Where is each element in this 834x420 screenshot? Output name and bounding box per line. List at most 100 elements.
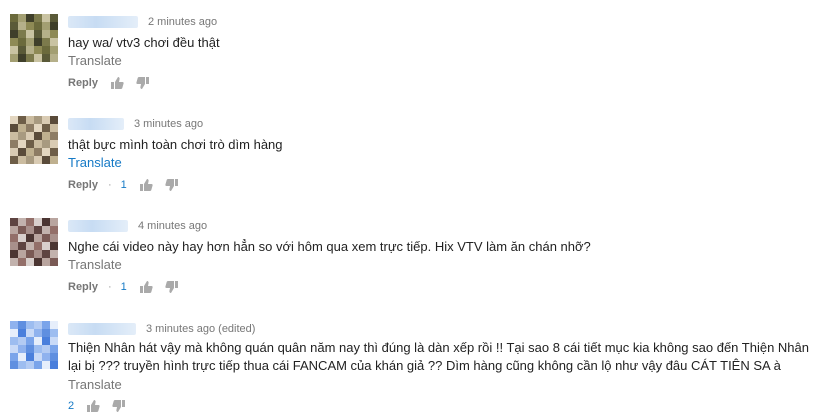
avatar-pixel [26, 54, 34, 62]
avatar-pixel [18, 140, 26, 148]
avatar-pixel [18, 218, 26, 226]
translate-link[interactable]: Translate [68, 376, 122, 393]
avatar-pixel [18, 361, 26, 369]
thumbs-up-icon[interactable] [86, 399, 100, 413]
avatar-pixel [42, 30, 50, 38]
thumbs-down-icon[interactable] [165, 280, 179, 294]
avatar-pixel [34, 46, 42, 54]
avatar-pixel [50, 218, 58, 226]
avatar-pixel [26, 242, 34, 250]
avatar-pixel [18, 38, 26, 46]
avatar-pixel [26, 14, 34, 22]
avatar-pixel [42, 54, 50, 62]
thumbs-down-icon[interactable] [136, 76, 150, 90]
avatar-pixel [50, 148, 58, 156]
thumbs-up-icon[interactable] [139, 178, 153, 192]
avatar-pixel [34, 148, 42, 156]
avatar-pixel [50, 226, 58, 234]
avatar-pixel [42, 242, 50, 250]
avatar[interactable] [10, 218, 58, 266]
author-name[interactable] [68, 220, 128, 232]
avatar-pixel [10, 22, 18, 30]
avatar-pixel [50, 124, 58, 132]
avatar-pixel [26, 46, 34, 54]
avatar-pixel [10, 242, 18, 250]
thumbs-up-icon[interactable] [139, 280, 153, 294]
avatar-pixel [42, 140, 50, 148]
reply-button[interactable]: Reply [68, 77, 98, 89]
reply-button[interactable]: Reply [68, 179, 98, 191]
avatar-pixel [34, 258, 42, 266]
avatar-pixel [18, 30, 26, 38]
avatar-pixel [26, 250, 34, 258]
translate-link[interactable]: Translate [68, 52, 122, 69]
avatar-pixel [18, 353, 26, 361]
avatar-pixel [50, 38, 58, 46]
avatar-pixel [26, 116, 34, 124]
avatar-pixel [50, 156, 58, 164]
avatar[interactable] [10, 116, 58, 164]
avatar-pixel [26, 156, 34, 164]
translate-link[interactable]: Translate [68, 256, 122, 273]
comment-item: 2 minutes ago hay wa/ vtv3 chơi đều thật… [0, 14, 834, 94]
thumbs-up-icon[interactable] [110, 76, 124, 90]
comment-timestamp[interactable]: 3 minutes ago [134, 118, 203, 130]
avatar-pixel [10, 234, 18, 242]
author-name[interactable] [68, 16, 138, 28]
avatar-pixel [34, 329, 42, 337]
avatar-pixel [26, 132, 34, 140]
avatar-pixel [26, 337, 34, 345]
avatar-pixel [34, 30, 42, 38]
translate-link[interactable]: Translate [68, 154, 122, 171]
author-name[interactable] [68, 323, 136, 335]
avatar-pixel [42, 234, 50, 242]
avatar-pixel [34, 337, 42, 345]
avatar-pixel [34, 226, 42, 234]
avatar-pixel [50, 46, 58, 54]
comment-item: 3 minutes ago thật bực mình toàn chơi tr… [0, 116, 834, 196]
comment-text: Thiện Nhân hát vậy mà không quán quân nă… [68, 340, 809, 355]
avatar-pixel [10, 30, 18, 38]
avatar-pixel [26, 321, 34, 329]
separator-dot: · [107, 281, 112, 293]
avatar[interactable] [10, 14, 58, 62]
avatar-pixel [10, 148, 18, 156]
avatar-pixel [18, 242, 26, 250]
avatar-pixel [18, 148, 26, 156]
like-count: 1 [120, 179, 127, 191]
avatar-pixel [50, 321, 58, 329]
avatar-pixel [10, 116, 18, 124]
avatar-pixel [34, 54, 42, 62]
author-name[interactable] [68, 118, 124, 130]
avatar-pixel [50, 353, 58, 361]
avatar-pixel [34, 321, 42, 329]
avatar-pixel [18, 156, 26, 164]
avatar-pixel [50, 361, 58, 369]
avatar-pixel [42, 345, 50, 353]
avatar-pixel [26, 329, 34, 337]
thumbs-down-icon[interactable] [165, 178, 179, 192]
avatar-pixel [42, 353, 50, 361]
avatar-pixel [10, 132, 18, 140]
reply-button[interactable]: Reply [68, 281, 98, 293]
avatar-pixel [50, 329, 58, 337]
comment-timestamp[interactable]: 4 minutes ago [138, 220, 207, 232]
avatar-pixel [34, 361, 42, 369]
avatar-pixel [42, 148, 50, 156]
avatar-pixel [42, 258, 50, 266]
avatar-pixel [50, 345, 58, 353]
comment-timestamp[interactable]: 3 minutes ago (edited) [146, 323, 255, 335]
avatar-pixel [26, 124, 34, 132]
avatar-pixel [18, 116, 26, 124]
avatar-pixel [18, 14, 26, 22]
comment-timestamp[interactable]: 2 minutes ago [148, 16, 217, 28]
avatar-pixel [34, 124, 42, 132]
avatar-pixel [42, 132, 50, 140]
avatar-pixel [42, 38, 50, 46]
thumbs-down-icon[interactable] [112, 399, 126, 413]
avatar-pixel [26, 361, 34, 369]
avatar[interactable] [10, 321, 58, 369]
avatar-pixel [10, 329, 18, 337]
avatar-pixel [18, 124, 26, 132]
avatar-pixel [34, 132, 42, 140]
